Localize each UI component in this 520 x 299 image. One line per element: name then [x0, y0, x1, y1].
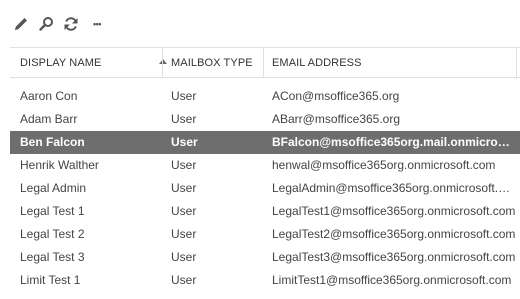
sort-ascending-icon[interactable]: [159, 59, 167, 64]
table-row[interactable]: Legal Admin User LegalAdmin@msoffice365o…: [10, 177, 520, 200]
column-header-label: EMAIL ADDRESS: [272, 57, 362, 69]
email-address-cell: BFalcon@msoffice365org.mail.onmicrosoft.…: [272, 135, 516, 149]
more-options-button[interactable]: •••: [87, 14, 107, 34]
email-address-cell: LegalAdmin@msoffice365org.onmicrosoft.co…: [272, 181, 516, 195]
display-name-cell: Legal Test 1: [20, 204, 85, 218]
table-row[interactable]: Aaron Con User ACon@msoffice365.org: [10, 85, 520, 108]
column-header-mailbox-type[interactable]: MAILBOX TYPE: [171, 48, 261, 78]
email-address-cell: LegalTest1@msoffice365org.onmicrosoft.co…: [272, 204, 516, 218]
search-icon: [39, 17, 53, 31]
refresh-button[interactable]: [62, 14, 80, 34]
email-address-cell: LegalTest3@msoffice365org.onmicrosoft.co…: [272, 250, 516, 264]
table-row[interactable]: Legal Test 2 User LegalTest2@msoffice365…: [10, 223, 520, 246]
table-body: Aaron Con User ACon@msoffice365.org Adam…: [10, 85, 520, 292]
mailbox-type-cell: User: [171, 135, 198, 149]
display-name-cell: Aaron Con: [20, 89, 78, 103]
mailbox-table: DISPLAY NAME MAILBOX TYPE EMAIL ADDRESS …: [10, 47, 520, 287]
email-address-cell: LimitTest1@msoffice365org.onmicrosoft.co…: [272, 273, 512, 287]
column-header-label: MAILBOX TYPE: [171, 57, 253, 69]
search-button[interactable]: [37, 14, 55, 34]
display-name-cell: Legal Test 2: [20, 227, 85, 241]
column-divider[interactable]: [162, 48, 163, 78]
display-name-cell: Legal Admin: [20, 181, 87, 195]
display-name-cell: Henrik Walther: [20, 158, 99, 172]
edit-button[interactable]: [12, 14, 30, 34]
table-row[interactable]: Legal Test 1 User LegalTest1@msoffice365…: [10, 200, 520, 223]
email-address-cell: ACon@msoffice365.org: [272, 89, 400, 103]
email-address-cell: henwal@msoffice365org.onmicrosoft.com: [272, 158, 496, 172]
toolbar: •••: [12, 13, 107, 35]
column-divider[interactable]: [263, 48, 264, 78]
mailbox-type-cell: User: [171, 250, 197, 264]
mailbox-type-cell: User: [171, 112, 197, 126]
table-row[interactable]: Legal Test 3 User LegalTest3@msoffice365…: [10, 246, 520, 269]
table-row[interactable]: Limit Test 1 User LimitTest1@msoffice365…: [10, 269, 520, 292]
display-name-cell: Legal Test 3: [20, 250, 85, 264]
mailbox-type-cell: User: [171, 204, 197, 218]
column-header-email-address[interactable]: EMAIL ADDRESS: [272, 48, 512, 78]
refresh-icon: [64, 17, 78, 31]
table-header: DISPLAY NAME MAILBOX TYPE EMAIL ADDRESS: [10, 47, 520, 78]
table-row[interactable]: Henrik Walther User henwal@msoffice365or…: [10, 154, 520, 177]
email-address-cell: LegalTest2@msoffice365org.onmicrosoft.co…: [272, 227, 516, 241]
email-address-cell: ABarr@msoffice365.org: [272, 112, 401, 126]
table-row[interactable]: Adam Barr User ABarr@msoffice365.org: [10, 108, 520, 131]
display-name-cell: Ben Falcon: [20, 135, 85, 149]
table-row-selected[interactable]: Ben Falcon User BFalcon@msoffice365org.m…: [10, 131, 520, 154]
mailbox-type-cell: User: [171, 181, 197, 195]
mailbox-type-cell: User: [171, 273, 197, 287]
more-options-icon: •••: [93, 19, 101, 29]
mailbox-type-cell: User: [171, 227, 197, 241]
mailbox-type-cell: User: [171, 158, 197, 172]
column-divider[interactable]: [516, 48, 517, 78]
column-header-display-name[interactable]: DISPLAY NAME: [20, 48, 167, 78]
pencil-icon: [15, 18, 27, 30]
display-name-cell: Limit Test 1: [20, 273, 81, 287]
column-header-label: DISPLAY NAME: [20, 57, 102, 69]
mailbox-type-cell: User: [171, 89, 197, 103]
display-name-cell: Adam Barr: [20, 112, 78, 126]
